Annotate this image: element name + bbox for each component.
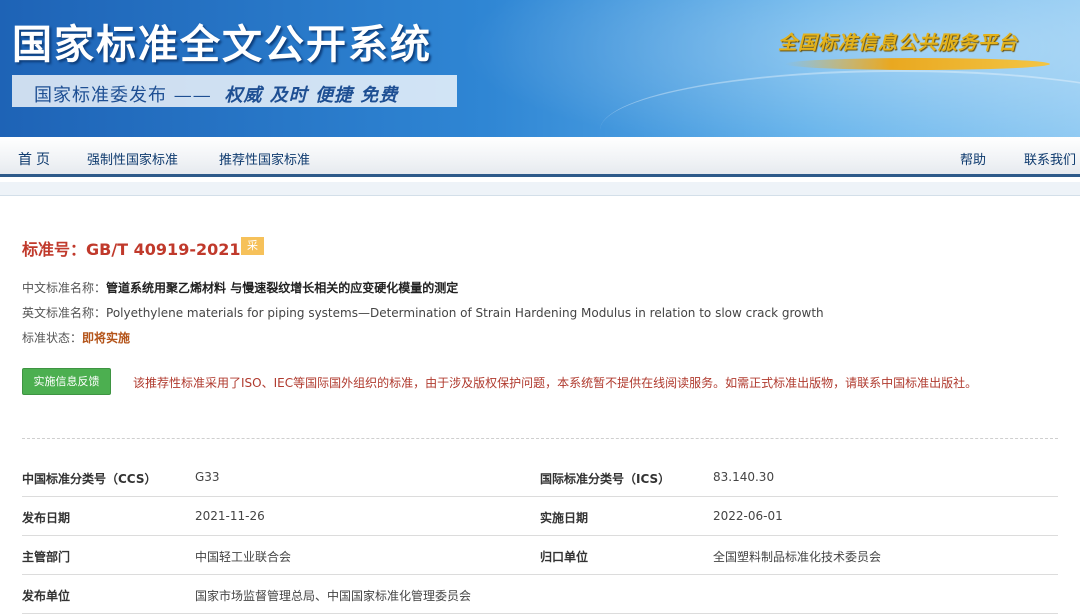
tagline-box: 国家标准委发布 —— 权威 及时 便捷 免费 — [12, 75, 457, 107]
english-name-row: 英文标准名称：Polyethylene materials for piping… — [22, 304, 824, 321]
site-banner: 国家标准全文公开系统 国家标准委发布 —— 权威 及时 便捷 免费 全国标准信息… — [0, 0, 1080, 137]
status-label: 标准状态： — [22, 331, 83, 345]
status-badge: 即将实施 — [82, 331, 131, 345]
department-value: 中国轻工业联合会 — [195, 550, 292, 564]
ccs-label: 中国标准分类号（CCS） — [22, 472, 157, 486]
technical-committee-value: 全国塑料制品标准化技术委员会 — [713, 550, 882, 564]
standard-number: 标准号：GB/T 40919-2021 — [22, 240, 241, 259]
copyright-notice: 该推荐性标准采用了ISO、IEC等国际国外组织的标准，由于涉及版权保护问题，本系… — [133, 376, 978, 390]
tagline-publisher: 国家标准委发布 — [34, 85, 167, 106]
implementation-date-value: 2022-06-01 — [713, 509, 783, 523]
nav-recommended-standards[interactable]: 推荐性国家标准 — [219, 149, 310, 168]
adopted-badge: 采 — [241, 237, 264, 255]
status-row: 标准状态：即将实施 — [22, 329, 130, 346]
table-row: 主管部门 中国轻工业联合会 归口单位 全国塑料制品标准化技术委员会 — [22, 536, 1058, 575]
nav-home[interactable]: 首页 — [18, 149, 54, 169]
section-divider — [22, 438, 1058, 439]
ccs-value: G33 — [195, 470, 220, 484]
publish-date-value: 2021-11-26 — [195, 509, 265, 523]
english-name-value: Polyethylene materials for piping system… — [106, 306, 824, 320]
nav-contact-us[interactable]: 联系我们 — [1024, 149, 1076, 168]
nav-mandatory-standards[interactable]: 强制性国家标准 — [87, 149, 178, 168]
ics-value: 83.140.30 — [713, 470, 775, 484]
tagline-dash: —— — [173, 85, 212, 106]
publish-date-label: 发布日期 — [22, 511, 71, 525]
nav-help[interactable]: 帮助 — [960, 149, 986, 168]
platform-underline-decoration — [785, 58, 1050, 70]
sub-header-strip — [0, 182, 1080, 196]
tagline: 国家标准委发布 —— 权威 及时 便捷 免费 — [34, 81, 398, 107]
table-row: 中国标准分类号（CCS） G33 国际标准分类号（ICS） 83.140.30 — [22, 458, 1058, 497]
chinese-name-label: 中文标准名称： — [22, 281, 107, 295]
implementation-date-label: 实施日期 — [540, 511, 589, 525]
main-nav: 首页 强制性国家标准 推荐性国家标准 帮助 联系我们 — [0, 137, 1080, 177]
issuer-label: 发布单位 — [22, 589, 71, 603]
site-title: 国家标准全文公开系统 — [12, 21, 432, 68]
platform-name: 全国标准信息公共服务平台 — [778, 32, 1019, 54]
table-row: 发布单位 国家市场监督管理总局、中国国家标准化管理委员会 — [22, 575, 1058, 614]
tagline-slogan: 权威 及时 便捷 免费 — [224, 85, 399, 106]
technical-committee-label: 归口单位 — [540, 550, 589, 564]
implementation-feedback-button[interactable]: 实施信息反馈 — [22, 368, 111, 395]
ics-label: 国际标准分类号（ICS） — [540, 472, 671, 486]
chinese-name-row: 中文标准名称：管道系统用聚乙烯材料 与慢速裂纹增长相关的应变硬化模量的测定 — [22, 279, 458, 296]
department-label: 主管部门 — [22, 550, 71, 564]
chinese-name-value: 管道系统用聚乙烯材料 与慢速裂纹增长相关的应变硬化模量的测定 — [106, 281, 459, 295]
english-name-label: 英文标准名称： — [22, 306, 107, 320]
issuer-value: 国家市场监督管理总局、中国国家标准化管理委员会 — [195, 589, 472, 603]
table-row: 发布日期 2021-11-26 实施日期 2022-06-01 — [22, 497, 1058, 536]
